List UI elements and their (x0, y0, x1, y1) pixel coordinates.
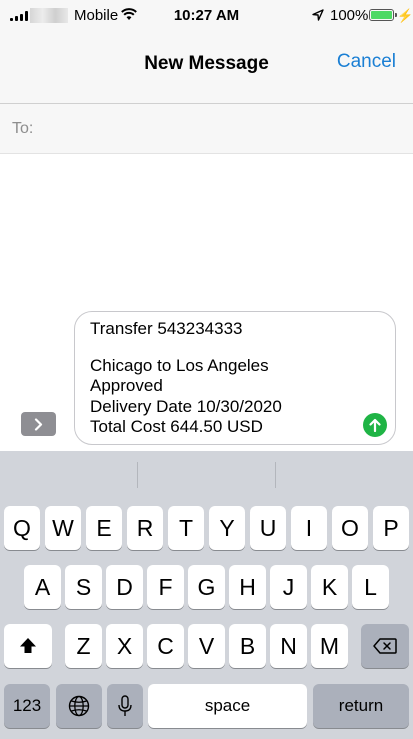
key-a[interactable]: A (24, 565, 61, 609)
key-b[interactable]: B (229, 624, 266, 668)
key-d[interactable]: D (106, 565, 143, 609)
key-w[interactable]: W (45, 506, 81, 550)
key-t[interactable]: T (168, 506, 204, 550)
key-k[interactable]: K (311, 565, 348, 609)
key-g[interactable]: G (188, 565, 225, 609)
chevron-right-icon (34, 417, 43, 431)
key-j[interactable]: J (270, 565, 307, 609)
shift-arrow-icon (20, 638, 36, 653)
backspace-icon (373, 638, 397, 654)
message-area: Transfer 543234333 Chicago to Los Angele… (0, 154, 413, 451)
recipient-field[interactable]: To: (0, 104, 413, 154)
key-q[interactable]: Q (4, 506, 40, 550)
key-o[interactable]: O (332, 506, 368, 550)
message-line: Delivery Date 10/30/2020 (90, 396, 282, 416)
message-line: Approved (90, 376, 163, 395)
key-i[interactable]: I (291, 506, 327, 550)
key-f[interactable]: F (147, 565, 184, 609)
key-l[interactable]: L (352, 565, 389, 609)
location-icon (312, 9, 324, 21)
predictive-divider (275, 462, 276, 488)
globe-icon (68, 695, 90, 717)
predictive-text-bar[interactable] (0, 451, 413, 496)
arrow-up-icon (369, 418, 381, 432)
key-m[interactable]: M (311, 624, 348, 668)
key-c[interactable]: C (147, 624, 184, 668)
cancel-button[interactable]: Cancel (337, 51, 396, 73)
status-bar: Mobile 10:27 AM 100% ⚡ (0, 0, 413, 32)
dictation-key[interactable] (107, 684, 143, 728)
message-line: Transfer 543234333 (90, 319, 243, 338)
key-x[interactable]: X (106, 624, 143, 668)
space-key[interactable]: space (148, 684, 307, 728)
predictive-divider (137, 462, 138, 488)
key-n[interactable]: N (270, 624, 307, 668)
message-input[interactable]: Transfer 543234333 Chicago to Los Angele… (74, 311, 396, 445)
message-line: Chicago to Los Angeles (90, 355, 269, 375)
key-e[interactable]: E (86, 506, 122, 550)
key-r[interactable]: R (127, 506, 163, 550)
send-button[interactable] (363, 413, 387, 437)
battery-percentage: 100% (330, 7, 369, 24)
to-label: To: (12, 120, 34, 137)
shift-key[interactable] (4, 624, 52, 668)
numbers-key[interactable]: 123 (4, 684, 50, 728)
charging-icon: ⚡ (397, 8, 413, 23)
key-u[interactable]: U (250, 506, 286, 550)
key-z[interactable]: Z (65, 624, 102, 668)
globe-key[interactable] (56, 684, 102, 728)
keyboard: Q W E R T Y U I O P A S D F G H J K L Z … (0, 451, 413, 739)
apps-expand-button[interactable] (21, 412, 56, 436)
key-s[interactable]: S (65, 565, 102, 609)
microphone-icon (118, 695, 132, 716)
return-key[interactable]: return (313, 684, 409, 728)
key-y[interactable]: Y (209, 506, 245, 550)
delete-key[interactable] (361, 624, 409, 668)
key-p[interactable]: P (373, 506, 409, 550)
key-h[interactable]: H (229, 565, 266, 609)
key-v[interactable]: V (188, 624, 225, 668)
message-line: Total Cost 644.50 USD (90, 417, 263, 436)
battery-icon (369, 9, 397, 21)
navigation-bar: New Message Cancel (0, 32, 413, 104)
